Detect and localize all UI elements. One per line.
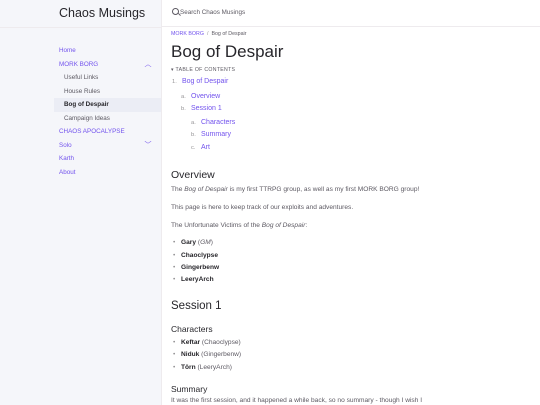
- toc-link-summary[interactable]: Summary: [201, 131, 231, 138]
- character-player: (LeeryArch): [195, 364, 232, 371]
- sidebar-item-bog-of-despair[interactable]: Bog of Despair: [54, 98, 161, 112]
- bullet: •: [173, 239, 176, 246]
- sidebar-item-solo[interactable]: Solo ﹀: [54, 139, 161, 153]
- victim-name: Gingerbenw: [181, 264, 220, 271]
- toc-marker: b.: [191, 132, 196, 138]
- sidebar-item-chaos-apocalypse[interactable]: CHAOS APOCALYPSE: [54, 125, 161, 139]
- toc-marker: a.: [181, 94, 186, 100]
- sidebar-item-about[interactable]: About: [54, 166, 161, 180]
- breadcrumb-current: Bog of Despair: [211, 31, 247, 37]
- emphasis: Bog of Despair: [184, 186, 228, 193]
- victim-name: LeeryArch: [181, 276, 214, 283]
- bullet: •: [173, 364, 176, 371]
- bullet: •: [173, 339, 176, 346]
- toc-marker: 1.: [172, 79, 177, 85]
- character-name: Keftar: [181, 339, 201, 346]
- toc-item: a. Overview: [181, 93, 220, 100]
- toc-marker: b.: [181, 106, 186, 112]
- sidebar-item-home[interactable]: Home: [54, 44, 161, 58]
- toc-item: b. Session 1: [181, 105, 222, 112]
- toc-item: c. Art: [191, 144, 210, 151]
- toc-link-bog-of-despair[interactable]: Bog of Despair: [182, 78, 228, 85]
- section-heading-characters: Characters: [171, 324, 213, 334]
- toc-item: b. Summary: [191, 131, 231, 138]
- site-title-link[interactable]: Chaos Musings: [59, 5, 145, 21]
- overview-paragraph-2: This page is here to keep track of our e…: [171, 204, 354, 211]
- overview-paragraph-1: The Bog of Despair is my first TTRPG gro…: [171, 186, 419, 193]
- breadcrumb-parent-link[interactable]: MORK BORG: [171, 31, 204, 37]
- sidebar-divider: [0, 27, 161, 28]
- sidebar-item-campaign-ideas[interactable]: Campaign Ideas: [54, 112, 161, 126]
- bullet: •: [173, 351, 176, 358]
- list-item: • Chaoclypse: [173, 252, 218, 259]
- sidebar-item-label[interactable]: Useful Links: [64, 74, 98, 81]
- summary-paragraph: It was the first session, and it happene…: [171, 397, 423, 404]
- text: :: [305, 222, 308, 229]
- victim-name: Gary: [181, 239, 197, 246]
- page-title: Bog of Despair: [171, 42, 284, 61]
- sidebar-item-useful-links[interactable]: Useful Links: [54, 71, 161, 85]
- bullet: •: [173, 276, 176, 283]
- toc-marker: c.: [191, 145, 196, 151]
- list-item: • Niduk (Gingerbenw): [173, 351, 241, 358]
- toc-item: 1. Bog of Despair: [172, 78, 228, 85]
- text: The Unfortunate Victims of the: [171, 222, 262, 229]
- sidebar-nav: Home MORK BORG ︿ Useful Links House Rules…: [54, 44, 161, 179]
- list-item: • LeeryArch: [173, 276, 214, 283]
- character-name: Törn: [181, 364, 196, 371]
- emphasis: Bog of Despair: [261, 222, 306, 229]
- text: ): [210, 239, 213, 246]
- sidebar-item-label[interactable]: MORK BORG: [59, 61, 98, 68]
- sidebar-item-label[interactable]: Bog of Despair: [64, 101, 109, 108]
- sidebar-item-mork-borg[interactable]: MORK BORG ︿: [54, 58, 161, 72]
- sidebar-item-house-rules[interactable]: House Rules: [54, 85, 161, 99]
- sidebar: Chaos Musings Home MORK BORG ︿ Useful Lin…: [0, 0, 162, 405]
- section-heading-session-1: Session 1: [171, 300, 222, 312]
- section-heading-summary: Summary: [171, 384, 208, 394]
- overview-paragraph-3: The Unfortunate Victims of the Bog of De…: [171, 222, 307, 229]
- toc-link-overview[interactable]: Overview: [191, 93, 220, 100]
- list-item: • Keftar (Chaoclypse): [173, 339, 241, 346]
- bullet: •: [173, 252, 176, 259]
- toc-link-art[interactable]: Art: [201, 144, 210, 151]
- sidebar-item-label[interactable]: Solo: [59, 142, 72, 149]
- character-player: (Chaoclypse): [200, 339, 241, 346]
- sidebar-item-karth[interactable]: Karth: [54, 152, 161, 166]
- search-bar: [162, 0, 540, 27]
- victim-name: Chaoclypse: [181, 252, 219, 259]
- toc-link-session-1[interactable]: Session 1: [191, 105, 222, 112]
- chevron-down-icon[interactable]: ﹀: [144, 139, 152, 153]
- bullet: •: [173, 264, 176, 271]
- breadcrumb: MORK BORG / Bog of Despair: [171, 31, 247, 37]
- sidebar-item-label[interactable]: Home: [59, 47, 76, 54]
- search-icon: [172, 8, 179, 15]
- toc-marker: a.: [191, 120, 196, 126]
- sidebar-item-label[interactable]: About: [59, 169, 75, 176]
- list-item: • Gary (GM): [173, 239, 213, 246]
- victim-note: GM: [200, 239, 211, 246]
- text: The: [171, 186, 185, 193]
- sidebar-item-label[interactable]: House Rules: [64, 88, 100, 95]
- toc-item: a. Characters: [191, 119, 235, 126]
- toc-link-characters[interactable]: Characters: [201, 119, 235, 126]
- chevron-up-icon[interactable]: ︿: [144, 58, 152, 72]
- toc-toggle[interactable]: ▾ TABLE OF CONTENTS: [171, 67, 235, 73]
- sidebar-item-label[interactable]: Campaign Ideas: [64, 115, 110, 122]
- search-input[interactable]: [180, 5, 380, 20]
- character-player: (Gingerbenw): [199, 351, 242, 358]
- breadcrumb-separator: /: [206, 31, 209, 37]
- sidebar-item-label[interactable]: Karth: [59, 155, 74, 162]
- list-item: • Törn (LeeryArch): [173, 364, 232, 371]
- section-heading-overview: Overview: [171, 169, 215, 181]
- text: is my first TTRPG group, as well as my f…: [227, 186, 420, 193]
- character-name: Niduk: [181, 351, 200, 358]
- sidebar-item-label[interactable]: CHAOS APOCALYPSE: [59, 128, 125, 135]
- list-item: • Gingerbenw: [173, 264, 219, 271]
